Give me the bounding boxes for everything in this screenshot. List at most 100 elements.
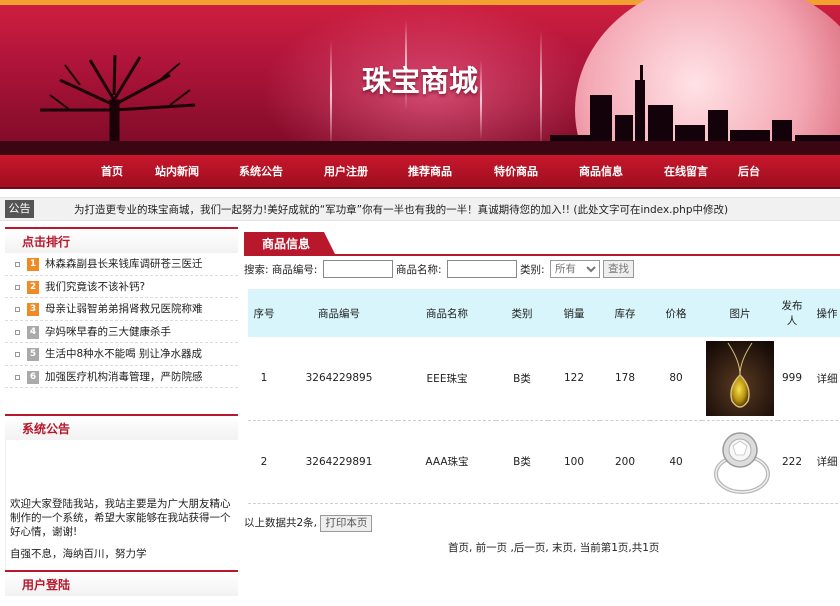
- main-nav: 首页 站内新闻 系统公告 用户注册 推荐商品 特价商品 商品信息 在线留言 后台: [0, 155, 840, 189]
- tree-silhouette-icon: [40, 55, 196, 155]
- cell-stock: 200: [600, 420, 650, 504]
- rank-item-text: 母亲让弱智弟弟捐肾救兄医院称难: [45, 303, 203, 315]
- cell-price: 80: [650, 337, 702, 421]
- announce-body: 欢迎大家登陆我站，我站主要是为广大朋友精心制作的一个系统，希望大家能够在我站获得…: [5, 440, 238, 570]
- col-category: 类别: [496, 289, 548, 337]
- notice-bar: 公告 为打造更专业的珠宝商城，我们一起努力!美好成就的“军功章”你有一半也有我的…: [0, 197, 840, 221]
- login-header: 用户登陆: [5, 570, 238, 596]
- nav-admin[interactable]: 后台: [738, 155, 760, 189]
- cell-publisher: 999: [778, 337, 806, 421]
- rank-title: 点击排行: [22, 235, 71, 249]
- summary-text: 以上数据共2条,: [244, 517, 318, 529]
- main-content: 商品信息 搜索: 商品编号: 商品名称: 类别: 所有 查找 序号 商品编号 商…: [244, 232, 840, 606]
- col-stock: 库存: [600, 289, 650, 337]
- nav-specials[interactable]: 特价商品: [494, 155, 538, 189]
- cell-sales: 100: [548, 420, 600, 504]
- amber-pendant-image[interactable]: [706, 340, 774, 416]
- rank-number: 6: [27, 370, 39, 384]
- rank-number: 3: [27, 303, 39, 316]
- nav-home[interactable]: 首页: [101, 155, 123, 189]
- site-title: 珠宝商城: [361, 64, 478, 98]
- col-code: 商品编号: [280, 289, 398, 337]
- col-name: 商品名称: [398, 289, 496, 337]
- col-price: 价格: [650, 289, 702, 337]
- table-header-row: 序号 商品编号 商品名称 类别 销量 库存 价格 图片 发布人 操作: [248, 289, 840, 337]
- cell-no: 2: [248, 420, 280, 504]
- login-title: 用户登陆: [22, 578, 71, 592]
- table-row: 2 3264229891 AAA珠宝 B类 100 200 40 222 详细: [248, 420, 840, 504]
- nav-register[interactable]: 用户注册: [324, 155, 368, 189]
- nav-recommended[interactable]: 推荐商品: [408, 155, 452, 189]
- col-image: 图片: [702, 289, 778, 337]
- list-item[interactable]: 2 我们究竟该不该补钙?: [5, 276, 238, 298]
- section-title: 商品信息: [244, 232, 337, 256]
- rank-number: 4: [27, 325, 39, 339]
- cell-name: EEE珠宝: [398, 337, 496, 421]
- cell-image: [702, 420, 778, 504]
- site-banner: 珠宝商城: [0, 0, 840, 155]
- col-action: 操作: [806, 289, 840, 337]
- bullet-icon: [15, 352, 20, 357]
- cell-code: 3264229895: [280, 337, 398, 421]
- summary-line: 以上数据共2条, 打印本页: [244, 513, 373, 533]
- list-item[interactable]: 4 孕妈咪早春的三大健康杀手: [5, 321, 238, 343]
- name-input[interactable]: [447, 260, 517, 278]
- diamond-ring-image[interactable]: [706, 424, 774, 499]
- goods-table: 序号 商品编号 商品名称 类别 销量 库存 价格 图片 发布人 操作 1 326…: [248, 289, 840, 504]
- list-item[interactable]: 6 加强医疗机构消毒管理，严防院感: [5, 366, 238, 388]
- announce-paragraph: 自强不息，海纳百川，努力学: [10, 548, 147, 560]
- name-label: 商品名称:: [396, 264, 442, 276]
- list-item[interactable]: 1 林森森副县长来钱库调研苍三医迁: [5, 253, 238, 276]
- category-select[interactable]: 所有: [550, 260, 600, 278]
- rank-item-text: 我们究竟该不该补钙?: [45, 280, 146, 293]
- bullet-icon: [15, 262, 20, 267]
- print-button[interactable]: 打印本页: [320, 514, 373, 532]
- cell-sales: 122: [548, 337, 600, 421]
- rank-number: 5: [27, 348, 39, 361]
- announce-title: 系统公告: [22, 422, 71, 436]
- rank-number: 1: [27, 258, 39, 271]
- bullet-icon: [15, 329, 20, 335]
- announce-header: 系统公告: [5, 414, 238, 440]
- rank-list: 1 林森森副县长来钱库调研苍三医迁 2 我们究竟该不该补钙? 3 母亲让弱智弟弟捐肾救…: [5, 253, 238, 388]
- col-sales: 销量: [548, 289, 600, 337]
- nav-news[interactable]: 站内新闻: [155, 155, 199, 189]
- detail-link[interactable]: 详细: [806, 337, 840, 421]
- detail-link[interactable]: 详细: [806, 420, 840, 504]
- bullet-icon: [15, 307, 20, 312]
- cell-publisher: 222: [778, 420, 806, 504]
- search-bar: 搜索: 商品编号: 商品名称: 类别: 所有 查找: [244, 260, 840, 280]
- banner-ground: [0, 141, 840, 155]
- rank-number: 2: [27, 280, 39, 294]
- cell-stock: 178: [600, 337, 650, 421]
- notice-tag: 公告: [5, 200, 34, 218]
- rank-header: 点击排行: [5, 227, 238, 253]
- announce-paragraph: 欢迎大家登陆我站，我站主要是为广大朋友精心制作的一个系统，希望大家能够在我站获得…: [10, 498, 231, 538]
- rank-item-text: 林森森副县长来钱库调研苍三医迁: [45, 258, 203, 270]
- search-button[interactable]: 查找: [603, 260, 634, 278]
- section-tabbar: 商品信息: [244, 232, 840, 256]
- cell-price: 40: [650, 420, 702, 504]
- code-label: 搜索: 商品编号:: [244, 264, 318, 276]
- nav-announcements[interactable]: 系统公告: [239, 155, 283, 189]
- nav-products[interactable]: 商品信息: [579, 155, 623, 189]
- sidebar: 点击排行 1 林森森副县长来钱库调研苍三医迁 2 我们究竟该不该补钙? 3 母亲让弱智…: [5, 227, 238, 606]
- list-item[interactable]: 5 生活中8种水不能喝 别让净水器成: [5, 343, 238, 366]
- list-item[interactable]: 3 母亲让弱智弟弟捐肾救兄医院称难: [5, 298, 238, 321]
- table-row: 1 3264229895 EEE珠宝 B类 122 178 80 999 详细: [248, 337, 840, 421]
- cell-category: B类: [496, 420, 548, 504]
- cell-no: 1: [248, 337, 280, 421]
- pagination[interactable]: 首页, 前一页 ,后一页, 末页, 当前第1页,共1页: [448, 538, 659, 558]
- cell-category: B类: [496, 337, 548, 421]
- col-no: 序号: [248, 289, 280, 337]
- rank-item-text: 加强医疗机构消毒管理，严防院感: [45, 370, 203, 383]
- col-publisher: 发布人: [778, 289, 806, 337]
- page: 珠宝商城 首页 站内新闻 系统公告 用户注册 推荐商品 特价商品 商品信息 在线…: [0, 0, 840, 606]
- category-label: 类别:: [520, 264, 545, 276]
- notice-text: 为打造更专业的珠宝商城，我们一起努力!美好成就的“军功章”你有一半也有我的一半！…: [74, 204, 729, 216]
- code-input[interactable]: [323, 260, 393, 278]
- rank-item-text: 孕妈咪早春的三大健康杀手: [45, 325, 171, 338]
- cell-image: [702, 337, 778, 421]
- nav-guestbook[interactable]: 在线留言: [664, 155, 708, 189]
- cell-name: AAA珠宝: [398, 420, 496, 504]
